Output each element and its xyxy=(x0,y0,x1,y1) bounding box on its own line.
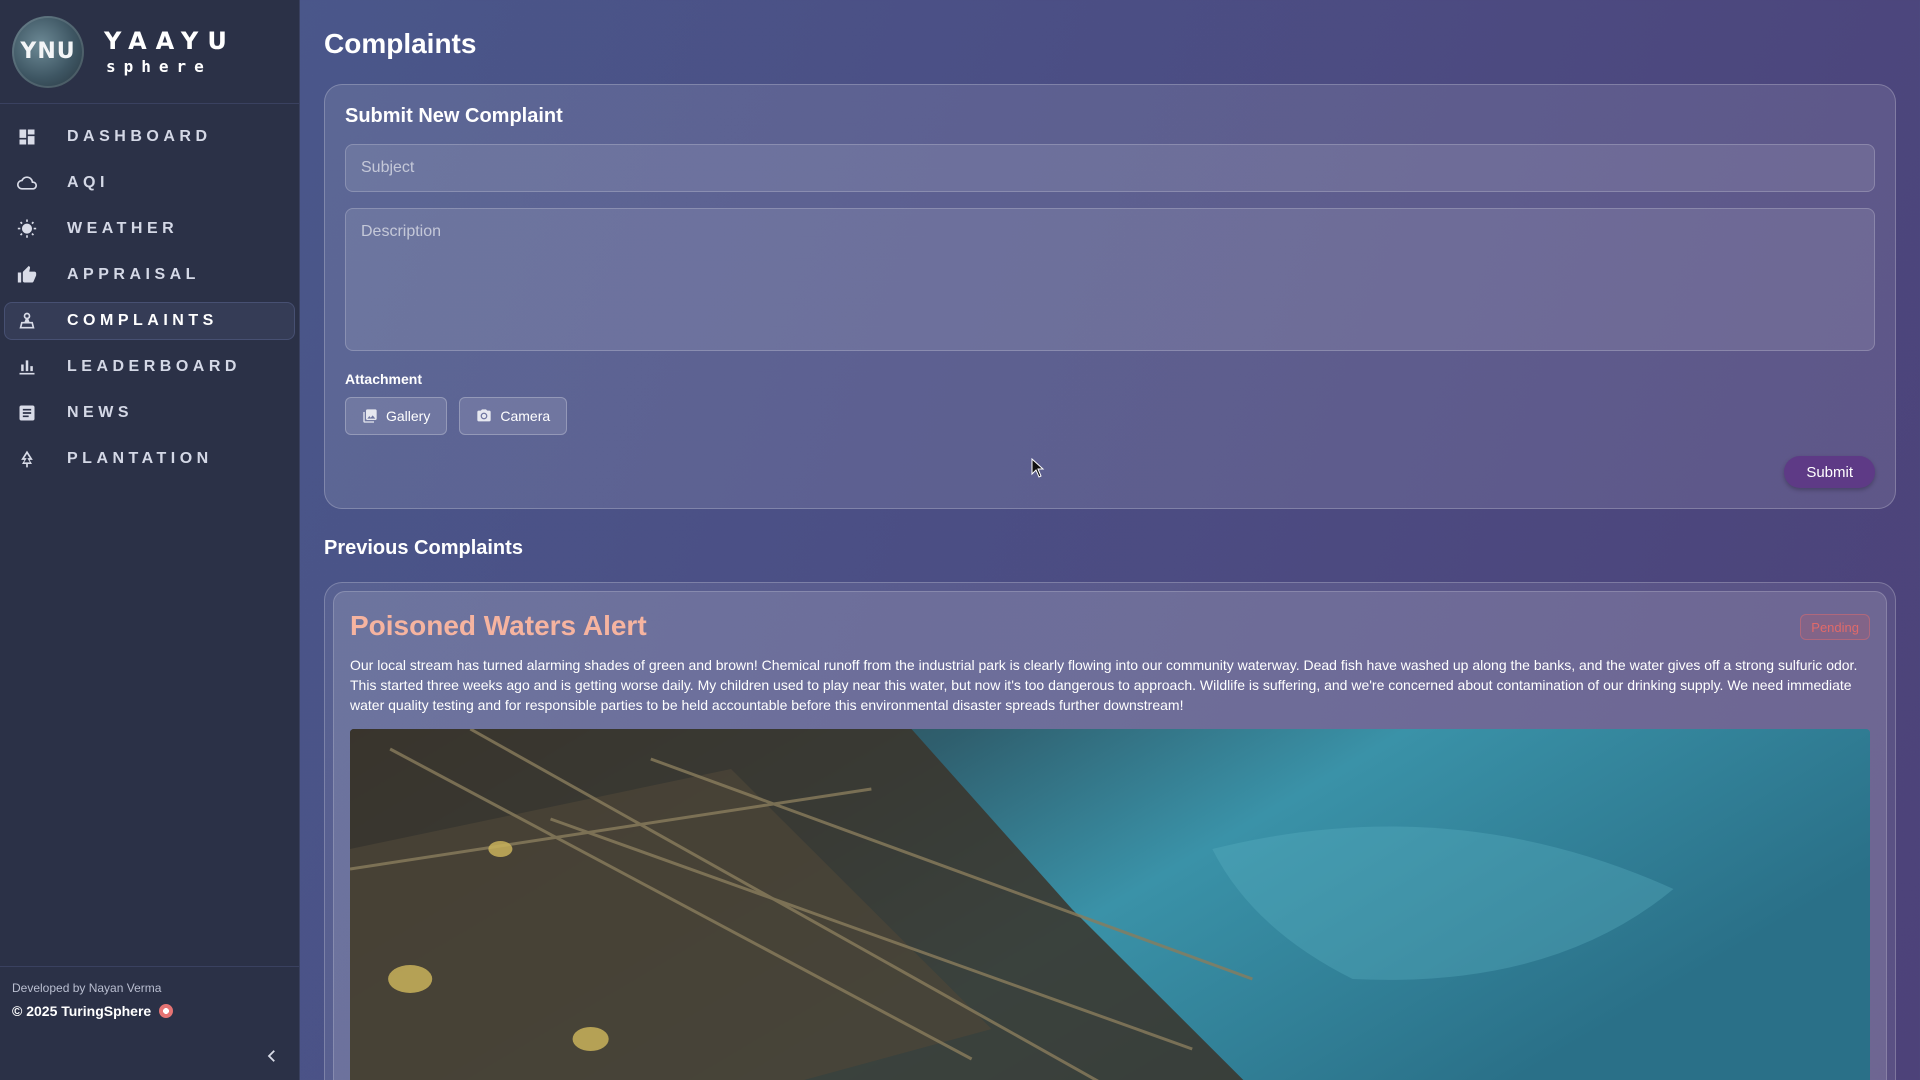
submit-button[interactable]: Submit xyxy=(1784,456,1875,488)
main-content: Complaints Submit New Complaint Attachme… xyxy=(300,0,1920,1080)
gallery-icon xyxy=(363,409,377,423)
gallery-label: Gallery xyxy=(386,408,431,424)
previous-complaints-list: Poisoned Waters Alert Pending Our local … xyxy=(324,582,1896,1080)
brand-logo: YNU xyxy=(12,15,84,88)
sidebar-footer: Developed by Nayan Verma © 2025 TuringSp… xyxy=(0,966,300,1080)
complaint-title: Poisoned Waters Alert xyxy=(350,610,647,641)
tree-icon xyxy=(13,445,41,473)
sidebar-item-label: COMPLAINTS xyxy=(67,312,218,329)
sidebar-item-label: AQI xyxy=(67,174,109,191)
complaint-icon xyxy=(13,307,41,335)
bar-chart-icon xyxy=(13,353,41,381)
sidebar-item-label: DASHBOARD xyxy=(67,128,212,145)
sidebar-item-complaints[interactable]: COMPLAINTS xyxy=(4,302,295,340)
new-complaint-form: Submit New Complaint Attachment Gallery … xyxy=(324,84,1896,509)
copyright-label: © 2025 TuringSphere xyxy=(12,1003,152,1019)
sidebar: YNU YAAYU sphere DASHBOARD AQI WEATHER A… xyxy=(0,0,300,1080)
attachment-buttons: Gallery Camera xyxy=(345,397,1875,435)
status-badge: Pending xyxy=(1800,614,1870,640)
brand-text: YAAYU sphere xyxy=(104,29,236,75)
complaint-image[interactable] xyxy=(350,729,1870,1080)
copyright-text: © 2025 TuringSphere xyxy=(12,1003,288,1019)
sidebar-item-aqi[interactable]: AQI xyxy=(4,164,295,202)
brand-subtitle: sphere xyxy=(106,56,212,76)
sun-icon xyxy=(13,215,41,243)
collapse-sidebar-button[interactable] xyxy=(258,1042,286,1070)
description-input[interactable] xyxy=(345,208,1875,351)
page-title: Complaints xyxy=(324,28,477,59)
sidebar-item-weather[interactable]: WEATHER xyxy=(4,210,295,248)
brand[interactable]: YNU YAAYU sphere xyxy=(0,0,299,104)
brand-name: YAAYU xyxy=(104,26,236,55)
camera-label: Camera xyxy=(500,408,551,424)
camera-button[interactable]: Camera xyxy=(459,397,568,435)
sidebar-item-label: PLANTATION xyxy=(67,450,213,467)
sidebar-nav: DASHBOARD AQI WEATHER APPRAISAL COMPLAIN… xyxy=(0,118,299,478)
sidebar-item-news[interactable]: NEWS xyxy=(4,394,295,432)
sidebar-item-label: NEWS xyxy=(67,404,133,421)
sidebar-item-label: LEADERBOARD xyxy=(67,358,241,375)
sidebar-item-label: APPRAISAL xyxy=(67,266,200,283)
developer-credit: Developed by Nayan Verma xyxy=(12,981,162,995)
subject-input[interactable] xyxy=(345,144,1875,192)
sidebar-item-appraisal[interactable]: APPRAISAL xyxy=(4,256,295,294)
camera-icon xyxy=(477,409,492,422)
complaint-card[interactable]: Poisoned Waters Alert Pending Our local … xyxy=(333,591,1887,1080)
target-icon xyxy=(159,1004,174,1018)
mouse-cursor-icon xyxy=(1031,458,1045,478)
cloud-icon xyxy=(13,169,41,197)
news-icon xyxy=(13,399,41,427)
sidebar-item-dashboard[interactable]: DASHBOARD xyxy=(4,118,295,156)
sidebar-item-label: WEATHER xyxy=(67,220,179,237)
gallery-button[interactable]: Gallery xyxy=(345,397,448,435)
complaint-description: Our local stream has turned alarming sha… xyxy=(350,657,1858,713)
sidebar-item-leaderboard[interactable]: LEADERBOARD xyxy=(4,348,295,386)
form-title: Submit New Complaint xyxy=(345,105,563,127)
thumbs-up-icon xyxy=(13,261,41,289)
previous-complaints-title: Previous Complaints xyxy=(324,537,523,559)
sidebar-item-plantation[interactable]: PLANTATION xyxy=(4,440,295,478)
chevron-left-icon xyxy=(267,1050,275,1062)
polluted-water-photo xyxy=(350,729,1870,1080)
attachment-label: Attachment xyxy=(345,371,423,387)
dashboard-icon xyxy=(13,123,41,151)
